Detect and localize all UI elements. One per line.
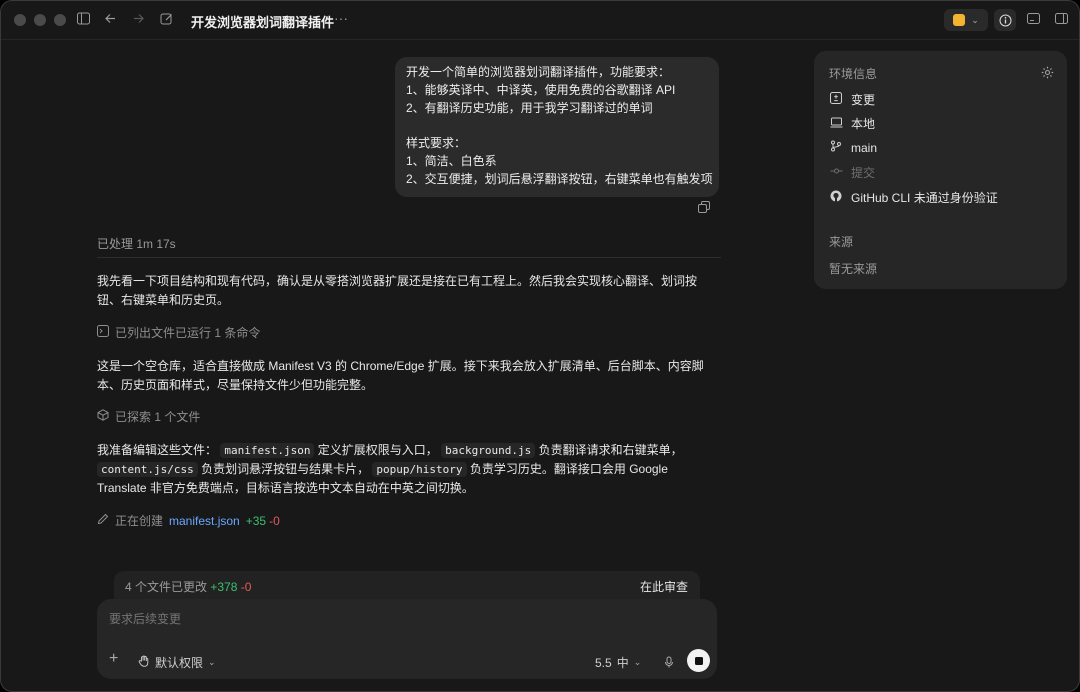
text-segment: 负责划词悬浮按钮与结果卡片， xyxy=(201,462,370,476)
lines-added: +35 xyxy=(245,513,267,528)
files-changed-summary: 4 个文件已更改 +378 -0 xyxy=(125,578,251,595)
follow-up-input[interactable] xyxy=(107,609,701,629)
env-item-branch[interactable]: main xyxy=(829,140,877,155)
model-version: 5.5 xyxy=(595,655,612,670)
creating-file-step[interactable]: 正在创建 manifest.json +35 -0 xyxy=(97,512,280,529)
assistant-paragraph: 我先看一下项目结构和现有代码，确认是从零搭浏览器扩展还是接在已有工程上。然后我会… xyxy=(97,274,698,307)
terminal-icon xyxy=(97,325,109,340)
chevron-down-icon: ⌄ xyxy=(208,657,216,667)
github-icon xyxy=(829,190,843,205)
environment-panel: 环境信息 变更 本地 main 提交 GitHub CLI 未通过身份验证 来源… xyxy=(814,51,1067,289)
env-item-label: GitHub CLI 未通过身份验证 xyxy=(851,191,998,205)
assistant-paragraph-files: 我准备编辑这些文件： manifest.json 定义扩展权限与入口， back… xyxy=(97,441,719,498)
env-item-local[interactable]: 本地 xyxy=(829,115,875,132)
model-dropdown[interactable]: 5.5 中 ⌄ xyxy=(595,654,641,671)
explore-step[interactable]: 已探索 1 个文件 xyxy=(97,408,200,425)
filename-code: popup/history xyxy=(372,462,467,477)
forward-arrow-icon[interactable] xyxy=(132,12,145,28)
env-item-label: main xyxy=(851,140,878,155)
project-app-icon xyxy=(953,14,966,26)
env-item-changes[interactable]: 变更 xyxy=(829,91,875,108)
user-message-bubble: 开发一个简单的浏览器划词翻译插件，功能要求： 1、能够英译中、中译英，使用免费的… xyxy=(395,57,719,197)
env-item-commit[interactable]: 提交 xyxy=(829,164,875,181)
env-panel-title: 环境信息 xyxy=(829,67,878,81)
user-message-line: 1、简洁、白色系 xyxy=(406,153,497,168)
stop-icon xyxy=(694,656,703,665)
reasoning-effort: 中 xyxy=(616,656,629,670)
more-icon[interactable]: ··· xyxy=(334,10,348,26)
filename-code: manifest.json xyxy=(220,443,315,458)
diff-icon xyxy=(829,92,843,107)
zoom-window-button[interactable] xyxy=(54,14,66,26)
composer: + 默认权限 ⌄ 5.5 中 ⌄ xyxy=(97,599,717,679)
window-title: 开发浏览器划词翻译插件 xyxy=(191,15,335,30)
chevron-down-icon: ⌄ xyxy=(633,657,642,667)
user-message-line: 开发一个简单的浏览器划词翻译插件，功能要求： xyxy=(406,65,671,79)
cube-icon xyxy=(97,409,109,424)
filename-code: content.js/css xyxy=(97,462,198,477)
chevron-down-icon: ⌄ xyxy=(971,14,979,25)
command-step-label: 已列出文件已运行 1 条命令 xyxy=(115,326,261,340)
panel-icon[interactable] xyxy=(1055,12,1068,28)
plus-icon[interactable]: + xyxy=(109,651,118,667)
stop-button[interactable] xyxy=(687,649,710,672)
sidebar-icon[interactable] xyxy=(77,12,90,28)
info-icon[interactable] xyxy=(994,9,1016,31)
gear-icon[interactable] xyxy=(1041,66,1054,84)
env-item-label: 本地 xyxy=(851,117,876,131)
user-message-line: 2、交互便捷，划词后悬浮翻译按钮，右键菜单也有触发项 xyxy=(406,171,713,186)
filename-code: background.js xyxy=(441,443,536,458)
text-segment: 我准备编辑这些文件： xyxy=(97,443,218,457)
lines-removed: -0 xyxy=(269,513,280,528)
app-window: 开发浏览器划词翻译插件 ··· ⌄ 开发一个简单的浏览器划词翻译插件，功能要求：… xyxy=(0,0,1080,692)
divider xyxy=(97,257,721,258)
explore-step-label: 已探索 1 个文件 xyxy=(115,410,201,424)
creating-label: 正在创建 xyxy=(115,514,164,528)
command-step[interactable]: 已列出文件已运行 1 条命令 xyxy=(97,324,260,341)
text-segment: 定义扩展权限与入口， xyxy=(317,443,438,457)
files-lines-removed: -0 xyxy=(240,580,252,594)
source-empty: 暂无来源 xyxy=(829,262,878,276)
source-title: 来源 xyxy=(829,235,854,249)
close-window-button[interactable] xyxy=(14,14,26,26)
user-message-line xyxy=(406,117,708,135)
files-changed-label: 4 个文件已更改 xyxy=(125,580,208,594)
terminal-panel-icon[interactable] xyxy=(1027,12,1040,28)
processed-time-toggle[interactable]: 已处理 1m 17s xyxy=(97,235,176,252)
created-file-link[interactable]: manifest.json xyxy=(169,514,240,528)
hand-icon xyxy=(138,655,150,670)
text-segment: 负责翻译请求和右键菜单， xyxy=(538,443,683,457)
pencil-icon xyxy=(97,513,109,528)
title-bar: 开发浏览器划词翻译插件 ··· ⌄ xyxy=(1,1,1079,40)
project-picker-button[interactable]: ⌄ xyxy=(944,9,988,31)
files-lines-added: +378 xyxy=(210,580,238,594)
permission-dropdown[interactable]: 默认权限 ⌄ xyxy=(138,654,216,671)
branch-icon xyxy=(829,140,843,155)
laptop-icon xyxy=(829,117,843,131)
user-message-line: 样式要求： xyxy=(406,136,467,151)
commit-icon xyxy=(829,165,843,180)
edit-icon[interactable] xyxy=(160,12,173,28)
minimize-window-button[interactable] xyxy=(34,14,46,26)
review-here-button[interactable]: 在此审查 xyxy=(640,578,688,595)
copy-icon[interactable] xyxy=(698,201,710,216)
assistant-paragraph: 这是一个空仓库，适合直接做成 Manifest V3 的 Chrome/Edge… xyxy=(97,359,704,392)
env-item-label: 变更 xyxy=(851,93,876,107)
env-item-label: 提交 xyxy=(851,166,876,180)
user-message-line: 2、有翻译历史功能，用于我学习翻译过的单词 xyxy=(406,100,653,115)
back-arrow-icon[interactable] xyxy=(104,12,117,28)
env-item-github[interactable]: GitHub CLI 未通过身份验证 xyxy=(829,189,998,206)
user-message-line: 1、能够英译中、中译英，使用免费的谷歌翻译 API xyxy=(406,82,676,97)
mic-icon[interactable] xyxy=(663,655,675,673)
permission-label: 默认权限 xyxy=(155,656,204,670)
